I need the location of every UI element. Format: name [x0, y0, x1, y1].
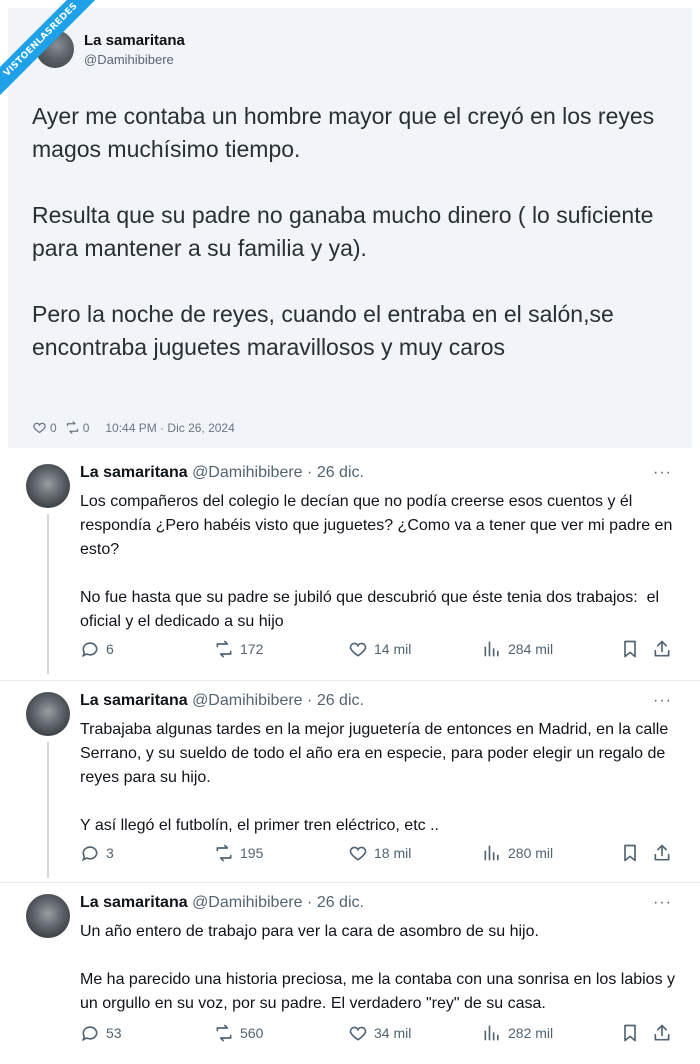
reply-button[interactable]: 53 [80, 1022, 122, 1044]
views-button[interactable]: 284 mil [482, 638, 553, 660]
reply-date[interactable]: 26 dic. [317, 692, 364, 709]
comment-icon [82, 642, 98, 658]
more-options-icon[interactable]: ··· [653, 692, 672, 710]
comment-count: 6 [106, 641, 114, 657]
comment-count: 3 [106, 845, 114, 861]
retweet-count: 195 [240, 845, 264, 861]
bookmark-icon [624, 844, 636, 862]
author-handle[interactable]: @Damihibibere [192, 894, 303, 911]
tweet-meta: 0 0 10:44 PM · Dic 26, 2024 [32, 420, 235, 435]
more-options-icon[interactable]: ··· [653, 464, 672, 482]
author-name[interactable]: La samaritana [80, 692, 188, 709]
heart-icon [349, 642, 367, 657]
comment-icon [82, 1026, 98, 1042]
retweet-button[interactable]: 172 [214, 638, 263, 660]
retweet-icon [216, 844, 232, 862]
share-button[interactable] [652, 1022, 678, 1044]
reply-text: Trabajaba algunas tardes en la mejor jug… [80, 721, 669, 834]
avatar[interactable] [26, 894, 70, 938]
retweet-icon [216, 1024, 232, 1042]
divider [0, 680, 700, 681]
retweet-icon [216, 640, 232, 658]
watermark-text: VISTOENLASREDES [0, 0, 109, 108]
reply-tweet: La samaritana @Damihibibere · 26 dic. ··… [0, 460, 700, 674]
views-button[interactable]: 280 mil [482, 842, 553, 864]
action-bar: 53 560 34 mil 282 mil [80, 1022, 680, 1044]
timestamp[interactable]: 10:44 PM · Dic 26, 2024 [105, 421, 234, 435]
action-bar: 6 172 14 mil 284 mil [80, 638, 680, 660]
like-button[interactable]: 34 mil [348, 1022, 411, 1044]
reply-text: Un año entero de trabajo para ver la car… [80, 923, 676, 1012]
reply-header: La samaritana @Damihibibere · 26 dic. [80, 464, 364, 482]
heart-icon [349, 846, 367, 861]
retweet-count: 172 [240, 641, 264, 657]
comment-icon [82, 846, 98, 862]
main-tweet-card: La samaritana @Damihibibere Ayer me cont… [8, 8, 692, 448]
separator: · [307, 464, 313, 481]
bookmark-icon [624, 640, 636, 658]
avatar[interactable] [26, 464, 70, 508]
views-button[interactable]: 282 mil [482, 1022, 553, 1044]
reply-tweet: La samaritana @Damihibibere · 26 dic. ··… [0, 890, 700, 1056]
retweet-button[interactable]: 0 [65, 420, 90, 435]
like-count: 18 mil [374, 845, 412, 861]
share-button[interactable] [652, 842, 678, 864]
heart-icon [349, 1026, 367, 1041]
view-count: 280 mil [508, 845, 554, 861]
retweet-icon [66, 421, 78, 434]
reply-text: Los compañeros del colegio le decían que… [80, 493, 673, 630]
reply-button[interactable]: 3 [80, 842, 114, 864]
bookmark-button[interactable] [620, 638, 646, 660]
more-options-icon[interactable]: ··· [653, 894, 672, 912]
share-icon [654, 1024, 670, 1041]
thread-line [47, 742, 49, 878]
view-count: 284 mil [508, 641, 554, 657]
bookmark-button[interactable] [620, 1022, 646, 1044]
bookmark-icon [624, 1024, 636, 1042]
share-button[interactable] [652, 638, 678, 660]
tweet-text: Ayer me contaba un hombre mayor que el c… [32, 103, 655, 360]
reply-tweet: La samaritana @Damihibibere · 26 dic. ··… [0, 688, 700, 878]
retweet-button[interactable]: 195 [214, 842, 263, 864]
author-handle[interactable]: @Damihibibere [192, 692, 303, 709]
action-bar: 3 195 18 mil 280 mil [80, 842, 680, 864]
reply-date[interactable]: 26 dic. [317, 894, 364, 911]
reply-header: La samaritana @Damihibibere · 26 dic. [80, 894, 364, 912]
views-chart-icon [484, 641, 499, 657]
views-chart-icon [484, 845, 499, 861]
separator: · [307, 692, 313, 709]
watermark-ribbon: VISTOENLASREDES [0, 0, 110, 110]
retweet-button[interactable]: 560 [214, 1022, 263, 1044]
reply-button[interactable]: 6 [80, 638, 114, 660]
author-name[interactable]: La samaritana [80, 894, 188, 911]
share-icon [654, 844, 670, 861]
view-count: 282 mil [508, 1025, 554, 1041]
heart-icon [33, 422, 46, 434]
share-icon [654, 640, 670, 657]
like-count: 14 mil [374, 641, 412, 657]
retweet-count: 560 [240, 1025, 264, 1041]
views-chart-icon [484, 1025, 499, 1041]
reply-header: La samaritana @Damihibibere · 26 dic. [80, 692, 364, 710]
like-button[interactable]: 18 mil [348, 842, 411, 864]
divider [0, 882, 700, 883]
separator: · [307, 894, 313, 911]
bookmark-button[interactable] [620, 842, 646, 864]
like-button[interactable]: 0 [32, 420, 57, 435]
comment-count: 53 [106, 1025, 122, 1041]
like-count: 34 mil [374, 1025, 412, 1041]
retweet-count: 0 [82, 420, 90, 435]
like-count: 0 [50, 420, 57, 435]
like-button[interactable]: 14 mil [348, 638, 411, 660]
thread-line [47, 514, 49, 674]
author-handle[interactable]: @Damihibibere [192, 464, 303, 481]
avatar[interactable] [26, 692, 70, 736]
reply-date[interactable]: 26 dic. [317, 464, 364, 481]
author-name[interactable]: La samaritana [80, 464, 188, 481]
